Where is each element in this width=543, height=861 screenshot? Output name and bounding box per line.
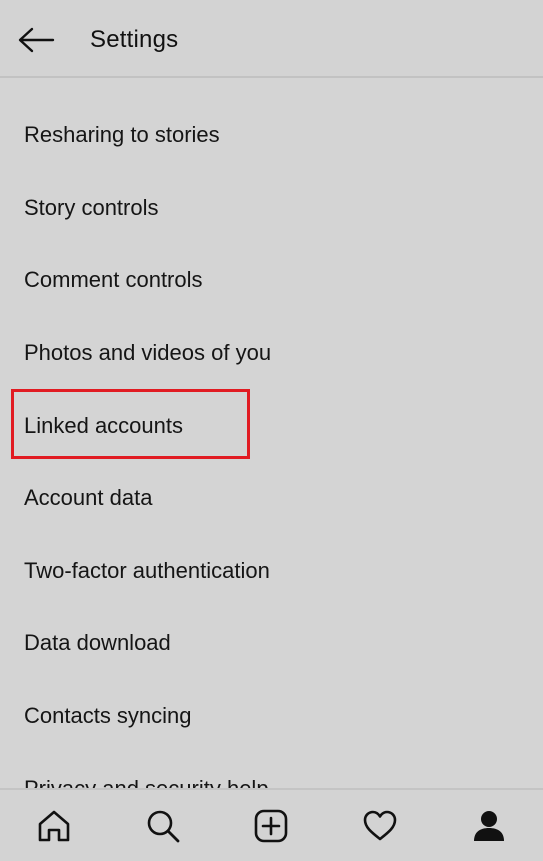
back-arrow-icon: [18, 27, 55, 53]
settings-item-photos-and-videos-of-you[interactable]: Photos and videos of you: [0, 317, 543, 390]
settings-item-account-data[interactable]: Account data: [0, 462, 543, 535]
bottom-nav: [0, 788, 543, 861]
home-icon: [38, 810, 70, 841]
app-header: Settings: [0, 0, 543, 78]
nav-search-button[interactable]: [133, 796, 193, 856]
activity-heart-icon: [363, 810, 397, 840]
settings-item-story-controls[interactable]: Story controls: [0, 172, 543, 245]
settings-item-linked-accounts[interactable]: Linked accounts: [0, 389, 543, 462]
nav-activity-button[interactable]: [350, 796, 410, 856]
nav-new-post-button[interactable]: [241, 796, 301, 856]
new-post-icon: [255, 809, 288, 842]
settings-item-two-factor-authentication[interactable]: Two-factor authentication: [0, 535, 543, 608]
settings-item-comment-controls[interactable]: Comment controls: [0, 244, 543, 317]
settings-item-data-download[interactable]: Data download: [0, 607, 543, 680]
search-icon: [147, 810, 180, 842]
profile-icon: [473, 810, 504, 841]
settings-item-contacts-syncing[interactable]: Contacts syncing: [0, 680, 543, 753]
nav-profile-button[interactable]: [459, 796, 519, 856]
page-title: Settings: [90, 26, 179, 53]
nav-home-button[interactable]: [24, 796, 84, 856]
settings-item-resharing-to-stories[interactable]: Resharing to stories: [0, 99, 543, 172]
settings-item-privacy-and-security-help[interactable]: Privacy and security help: [0, 752, 543, 789]
settings-list: Resharing to stories Story controls Comm…: [0, 99, 543, 789]
back-button[interactable]: [14, 20, 58, 60]
